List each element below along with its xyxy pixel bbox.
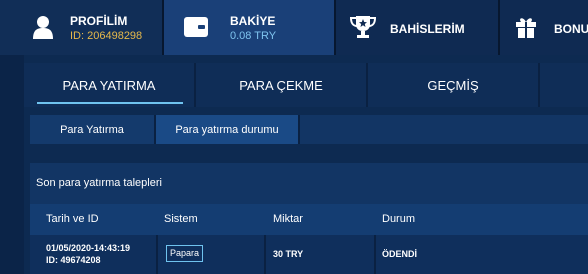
column-header-date-id: Tarih ve ID	[46, 213, 99, 225]
table-row[interactable]: 01/05/2020-14:43:19 ID: 49674208 Papara …	[30, 235, 588, 274]
deposit-subtabs: Para Yatırma Para yatırma durumu	[30, 115, 588, 144]
row-id: ID: 49674208	[46, 255, 101, 265]
column-header-system: Sistem	[164, 213, 198, 225]
subtab-deposit[interactable]: Para Yatırma	[30, 115, 156, 144]
tab-history[interactable]: GEÇMİŞ	[368, 63, 540, 107]
subtab-deposit-status-label: Para yatırma durumu	[175, 123, 279, 136]
subtab-spacer	[300, 115, 588, 144]
tab-deposit[interactable]: PARA YATIRMA	[24, 63, 196, 107]
row-status: ÖDENDİ	[382, 249, 418, 259]
nav-balance-title: BAKİYE	[230, 14, 276, 28]
nav-profile[interactable]: PROFİLİM ID: 206498298	[0, 0, 164, 55]
nav-bonus[interactable]: BONUS	[500, 0, 588, 55]
nav-bets[interactable]: BAHİSLERİM	[336, 0, 500, 55]
recent-deposits-section: Son para yatırma talepleri Tarih ve ID S…	[30, 163, 588, 274]
user-id: ID: 206498298	[70, 30, 143, 42]
tab-withdraw[interactable]: PARA ÇEKME	[196, 63, 368, 107]
nav-bets-title: BAHİSLERİM	[390, 22, 465, 36]
tab-withdraw-label: PARA ÇEKME	[239, 77, 323, 93]
payment-system-badge: Papara	[166, 245, 204, 262]
nav-bonus-title: BONUS	[554, 22, 588, 36]
tab-history-label: GEÇMİŞ	[427, 77, 479, 93]
nav-balance[interactable]: BAKİYE 0.08 TRY	[164, 0, 336, 55]
subtab-deposit-status[interactable]: Para yatırma durumu	[156, 115, 300, 144]
column-header-amount: Miktar	[273, 213, 303, 225]
trophy-icon	[349, 15, 377, 44]
transaction-tabs: PARA YATIRMA PARA ÇEKME GEÇMİŞ	[24, 63, 588, 107]
cell-divider	[374, 235, 376, 274]
cell-divider	[156, 235, 158, 274]
section-title: Son para yatırma talepleri	[36, 177, 162, 189]
tab-deposit-label: PARA YATIRMA	[62, 77, 156, 93]
cell-divider	[264, 235, 266, 274]
account-top-nav: PROFİLİM ID: 206498298 BAKİYE 0.08 TRY B…	[0, 0, 588, 55]
subtab-deposit-label: Para Yatırma	[60, 123, 124, 136]
user-icon	[33, 15, 53, 44]
tab-spacer	[540, 63, 588, 107]
wallet-icon	[184, 17, 208, 42]
row-date: 01/05/2020-14:43:19	[46, 243, 131, 253]
balance-amount: 0.08 TRY	[230, 30, 277, 42]
table-header: Tarih ve ID Sistem Miktar Durum	[30, 204, 588, 235]
column-header-status: Durum	[382, 213, 416, 225]
active-tab-indicator	[37, 102, 183, 104]
gift-icon	[515, 16, 537, 43]
nav-profile-title: PROFİLİM	[70, 14, 128, 28]
row-amount: 30 TRY	[273, 249, 304, 259]
